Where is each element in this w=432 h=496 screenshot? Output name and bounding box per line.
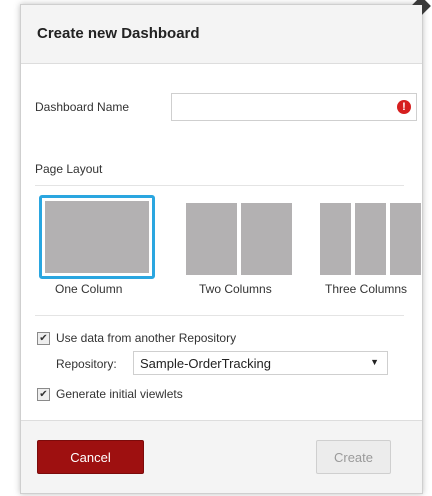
generate-viewlets-label: Generate initial viewlets bbox=[56, 387, 183, 401]
use-other-repo-option[interactable]: ✔ Use data from another Repository bbox=[37, 331, 236, 345]
chevron-down-icon: ▼ bbox=[370, 357, 379, 367]
layout-label-two-columns: Two Columns bbox=[199, 282, 272, 296]
layout-thumbnail bbox=[320, 203, 421, 275]
dialog-title: Create new Dashboard bbox=[37, 25, 200, 42]
create-button[interactable]: Create bbox=[316, 440, 391, 474]
generate-viewlets-option[interactable]: ✔ Generate initial viewlets bbox=[37, 387, 183, 401]
repository-label: Repository: bbox=[56, 357, 117, 371]
layout-divider bbox=[35, 185, 404, 186]
dashboard-name-label: Dashboard Name bbox=[35, 100, 130, 114]
dialog-header: Create new Dashboard bbox=[21, 5, 422, 64]
options-divider bbox=[35, 315, 404, 316]
use-other-repo-label: Use data from another Repository bbox=[56, 331, 237, 345]
layout-label-three-columns: Three Columns bbox=[325, 282, 408, 296]
generate-viewlets-checkbox[interactable]: ✔ bbox=[37, 387, 50, 401]
dialog-footer: Cancel Create bbox=[21, 420, 422, 493]
page-layout-label: Page Layout bbox=[35, 162, 103, 176]
cancel-button[interactable]: Cancel bbox=[37, 440, 144, 474]
layout-thumbnail bbox=[39, 195, 155, 279]
repository-value: Sample-OrderTracking bbox=[140, 356, 272, 371]
create-dashboard-dialog: Create new Dashboard Dashboard Name ! Pa… bbox=[20, 0, 431, 494]
dashboard-name-input[interactable] bbox=[171, 93, 417, 121]
use-other-repo-checkbox[interactable]: ✔ bbox=[37, 331, 50, 345]
repository-select[interactable]: Sample-OrderTracking ▼ bbox=[133, 351, 388, 375]
exclamation-error-icon: ! bbox=[397, 100, 411, 114]
layout-options: One Column Two Columns Three Columns bbox=[35, 195, 421, 305]
layout-label-one-column: One Column bbox=[55, 282, 123, 296]
layout-thumbnail bbox=[186, 203, 292, 275]
dashboard-name-row: Dashboard Name ! bbox=[35, 93, 417, 123]
